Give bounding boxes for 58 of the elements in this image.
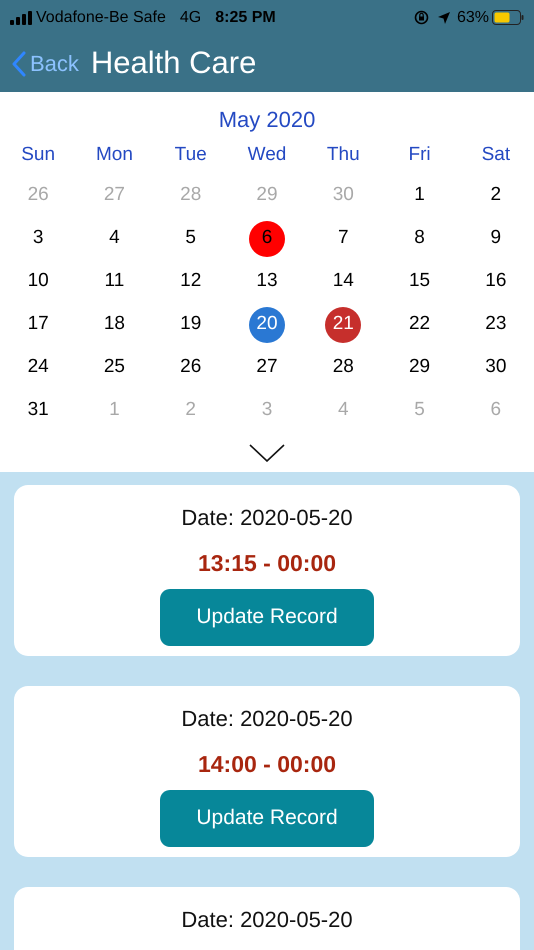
calendar-day[interactable]: 11: [96, 264, 132, 300]
calendar-day[interactable]: 16: [478, 264, 514, 300]
calendar-day[interactable]: 21: [325, 306, 362, 342]
calendar-day[interactable]: 12: [172, 264, 209, 300]
calendar-day[interactable]: 22: [402, 306, 438, 342]
calendar-day[interactable]: 26: [172, 350, 209, 386]
chevron-down-icon: [249, 444, 285, 462]
calendar-day[interactable]: 28: [325, 350, 362, 386]
calendar-day[interactable]: 6: [248, 220, 285, 256]
calendar-day[interactable]: 23: [478, 306, 514, 342]
update-record-button[interactable]: Update Record: [160, 588, 374, 646]
calendar-day[interactable]: 18: [96, 306, 132, 342]
network-type: 4G: [180, 8, 202, 28]
calendar-day[interactable]: 9: [478, 220, 514, 256]
chevron-left-icon: [12, 50, 26, 76]
calendar-day[interactable]: 13: [248, 264, 285, 300]
page-title: Health Care: [90, 44, 256, 82]
calendar-month: May 2020: [218, 106, 316, 134]
record-date: Date: 2020-05-20: [181, 504, 353, 532]
signal-icon: [10, 10, 32, 24]
weekday-label: Mon: [96, 142, 133, 167]
calendar-day[interactable]: 25: [96, 350, 132, 386]
rotation-lock-icon: [414, 10, 429, 25]
record-time: 14:00 - 00:00: [198, 750, 336, 779]
clock: 8:25 PM: [215, 8, 276, 28]
weekday-label: Thu: [326, 142, 360, 167]
calendar-day[interactable]: 7: [325, 220, 362, 256]
calendar-day[interactable]: 19: [172, 306, 209, 342]
calendar-day[interactable]: 2: [478, 178, 514, 214]
calendar-day[interactable]: 10: [20, 264, 56, 300]
weekday-label: Sun: [21, 142, 56, 167]
battery-icon: [492, 10, 524, 25]
weekday-label: Wed: [248, 142, 286, 167]
calendar-day[interactable]: 1: [402, 178, 438, 214]
weekday-label: Fri: [408, 142, 431, 167]
update-record-button[interactable]: Update Record: [160, 790, 374, 846]
location-arrow-icon: [436, 10, 451, 24]
record-time: 13:15 - 00:00: [198, 549, 336, 578]
calendar-day[interactable]: 3: [20, 220, 56, 256]
calendar-day[interactable]: 4: [96, 220, 132, 256]
calendar-day[interactable]: 31: [20, 392, 56, 428]
weekday-label: Tue: [174, 142, 207, 167]
record-date: Date: 2020-05-20: [181, 705, 353, 733]
weekday-label: Sat: [482, 142, 510, 167]
calendar-day[interactable]: 5: [172, 220, 209, 256]
calendar-day[interactable]: 15: [402, 264, 438, 300]
calendar-day[interactable]: 17: [20, 306, 56, 342]
record-date: Date: 2020-05-20: [181, 906, 353, 934]
carrier-name: Vodafone-Be Safe: [36, 8, 166, 28]
calendar-day[interactable]: 30: [478, 350, 514, 386]
battery-percentage: 63%: [456, 8, 489, 28]
calendar-day[interactable]: 8: [402, 220, 438, 256]
expand-button[interactable]: [249, 444, 285, 462]
calendar-day[interactable]: 27: [248, 350, 285, 386]
calendar-day[interactable]: 14: [325, 264, 362, 300]
calendar-day[interactable]: 29: [402, 350, 438, 386]
calendar-day[interactable]: 20: [248, 306, 285, 342]
calendar-day[interactable]: 24: [20, 350, 56, 386]
